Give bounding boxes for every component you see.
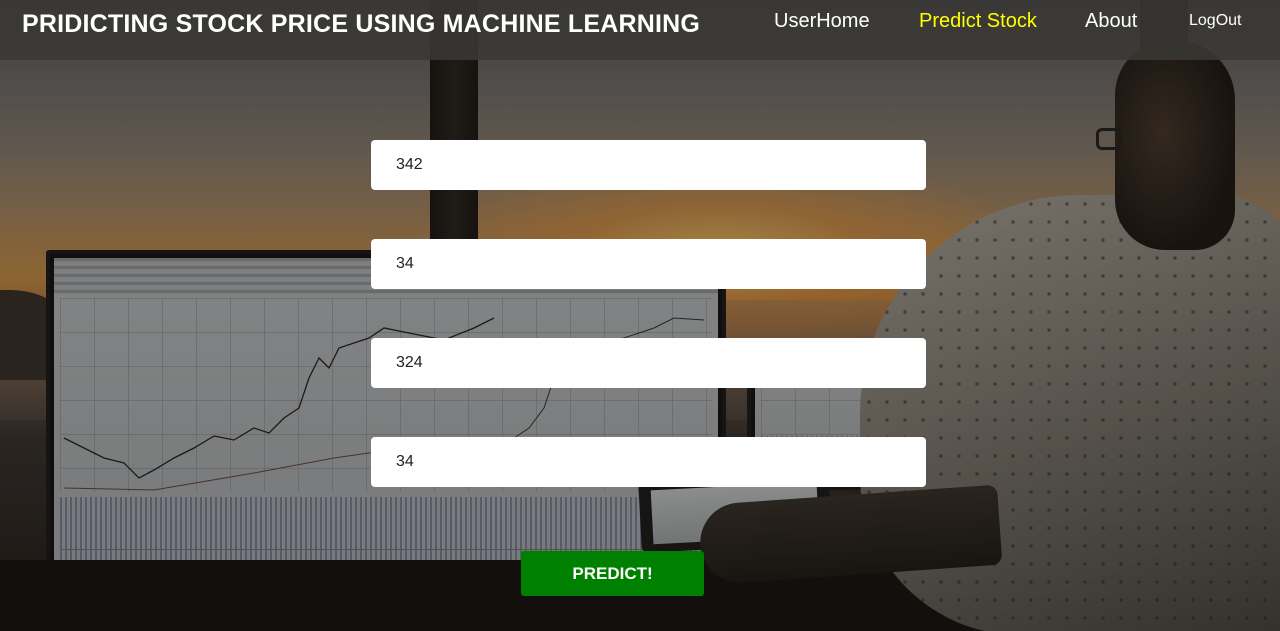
nav-about-link[interactable]: About xyxy=(1085,10,1137,33)
background-dim-overlay xyxy=(0,0,1280,631)
nav-logout-link[interactable]: LogOut xyxy=(1189,12,1241,30)
predict-button[interactable]: PREDICT! xyxy=(521,551,704,596)
stock-input-1[interactable] xyxy=(371,140,926,190)
stock-input-2[interactable] xyxy=(371,239,926,289)
stock-input-3[interactable] xyxy=(371,338,926,388)
nav-predict-stock-link[interactable]: Predict Stock xyxy=(919,10,1037,33)
nav-userhome-link[interactable]: UserHome xyxy=(774,10,870,33)
top-navbar: PRIDICTING STOCK PRICE USING MACHINE LEA… xyxy=(0,0,1280,60)
stock-input-4[interactable] xyxy=(371,437,926,487)
site-title: PRIDICTING STOCK PRICE USING MACHINE LEA… xyxy=(22,10,701,38)
background-trading-scene xyxy=(0,0,1280,631)
